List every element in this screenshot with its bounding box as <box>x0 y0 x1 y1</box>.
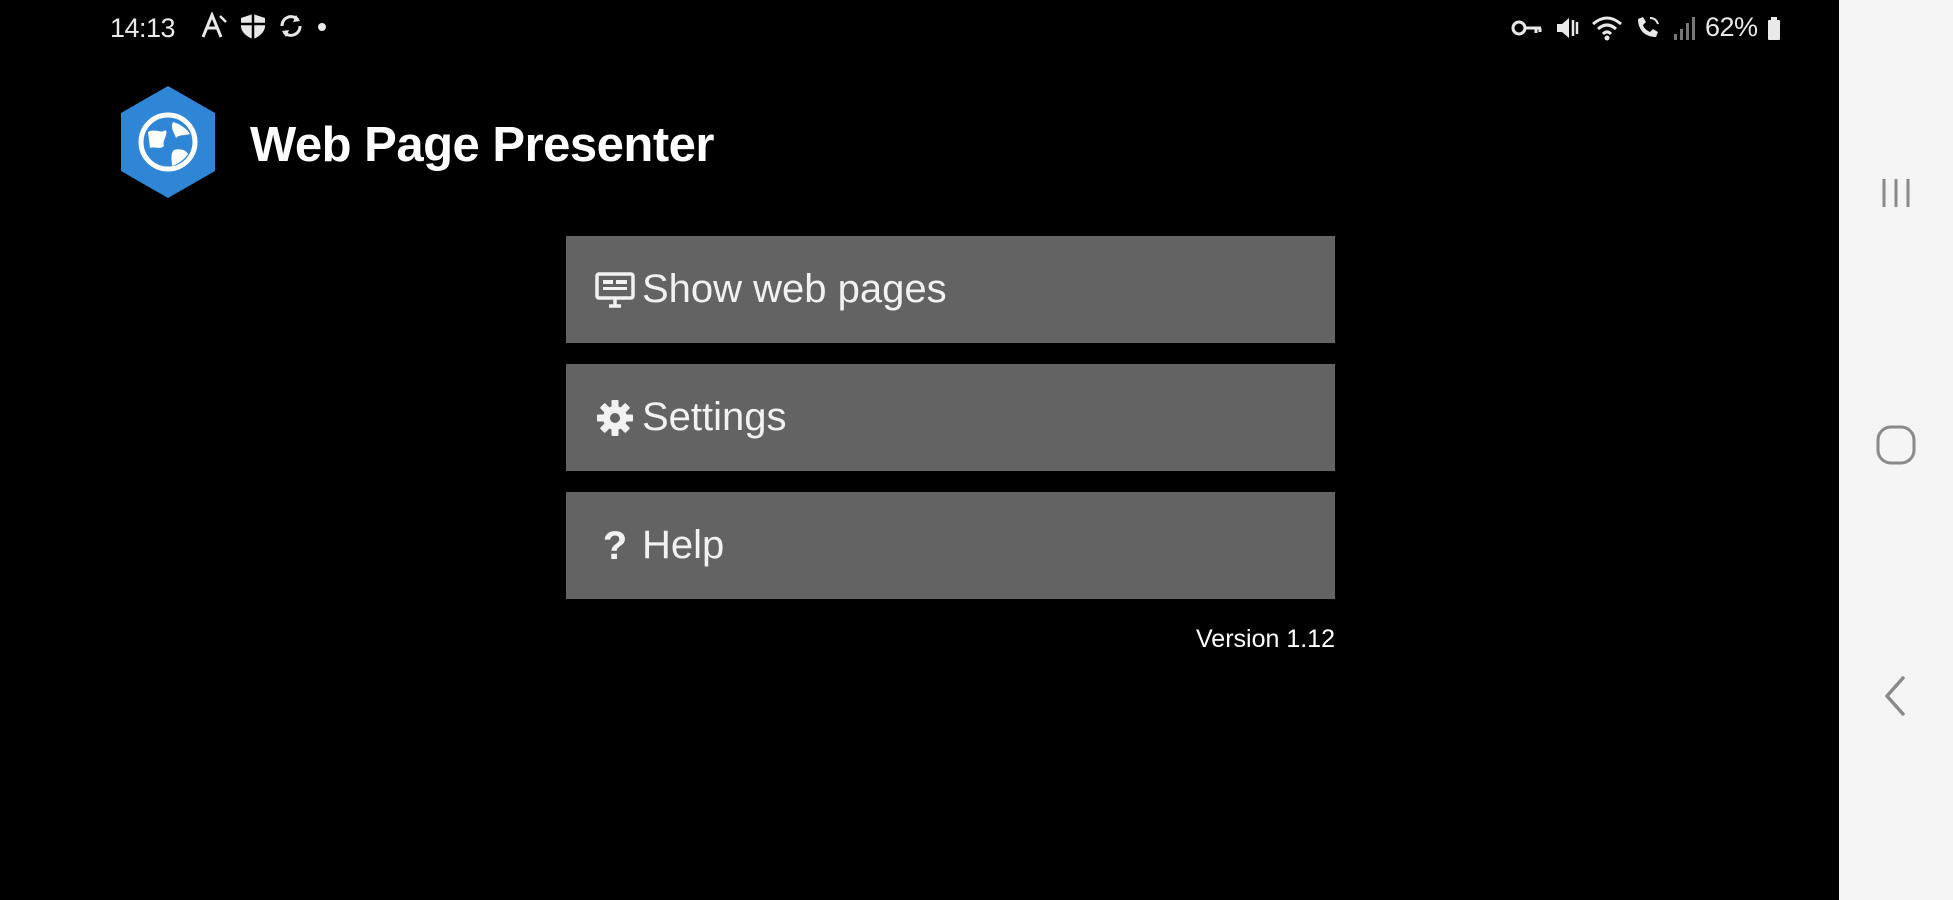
status-bar: 14:13 62% <box>0 0 1839 58</box>
signal-icon <box>1672 14 1696 42</box>
battery-level: 62% <box>1705 12 1758 42</box>
app-title: Web Page Presenter <box>250 118 714 172</box>
back-button[interactable] <box>1866 668 1926 728</box>
font-a-icon <box>200 12 230 40</box>
status-right-icons: 62% <box>1510 12 1781 43</box>
status-left-icons <box>200 12 330 40</box>
wifi-icon <box>1590 14 1624 42</box>
battery-icon <box>1767 14 1781 42</box>
key-icon <box>1510 14 1544 42</box>
settings-label: Settings <box>642 395 787 439</box>
show-web-pages-label: Show web pages <box>642 267 947 311</box>
status-time: 14:13 <box>110 13 176 43</box>
help-label: Help <box>642 523 725 567</box>
home-icon <box>1874 423 1918 472</box>
wifi-call-icon <box>1633 14 1663 42</box>
monitor-icon <box>594 269 636 311</box>
version-text: Version 1.12 <box>1196 625 1335 653</box>
home-button[interactable] <box>1866 417 1926 477</box>
app-area: 14:13 62% Web Page Presenter Show web pa… <box>0 0 1839 900</box>
navigation-bar <box>1839 0 1953 900</box>
globe-hexagon-icon <box>118 84 218 200</box>
question-glyph: ? <box>602 523 628 568</box>
help-button[interactable]: ? Help <box>566 492 1335 599</box>
dot-icon <box>314 12 330 40</box>
settings-button[interactable]: Settings <box>566 364 1335 471</box>
main-menu: Show web pages Settings ? Help <box>566 236 1335 620</box>
recents-button[interactable] <box>1866 165 1926 225</box>
back-icon <box>1876 674 1916 723</box>
shield-icon <box>238 12 268 40</box>
show-web-pages-button[interactable]: Show web pages <box>566 236 1335 343</box>
recents-icon <box>1876 173 1916 218</box>
question-icon: ? <box>594 525 636 567</box>
sync-icon <box>276 12 306 40</box>
screen: 14:13 62% Web Page Presenter Show web pa… <box>0 0 1953 900</box>
mute-icon <box>1553 14 1581 42</box>
gear-icon <box>594 397 636 439</box>
